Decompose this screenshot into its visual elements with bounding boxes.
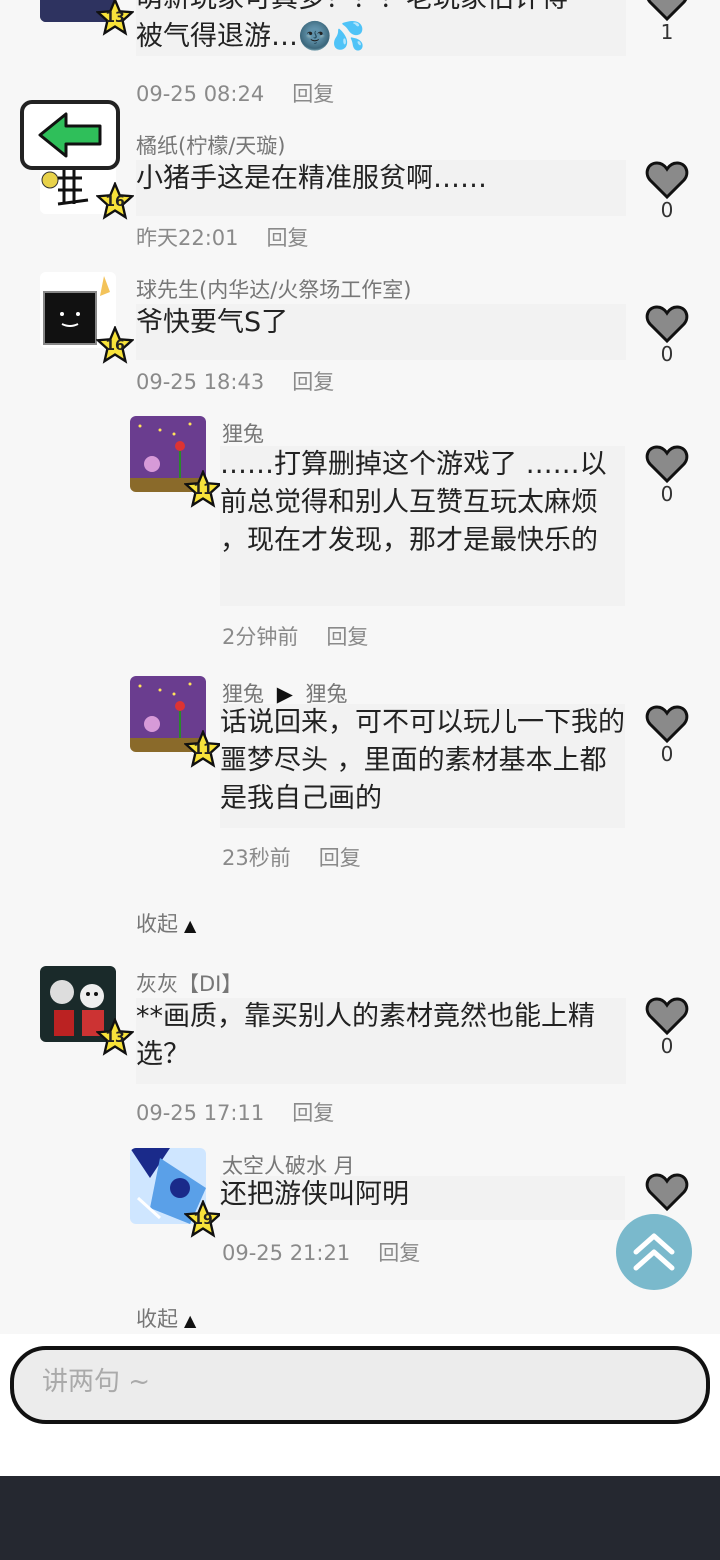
comment-text: 萌新玩家可真多！！！老玩家估计得 被气得退游…🌚💦 <box>136 0 626 56</box>
like-button[interactable] <box>644 1172 690 1212</box>
comment-input-box[interactable] <box>10 1346 710 1424</box>
comment-author[interactable]: 球先生(内华达/火祭场工作室) <box>136 274 411 304</box>
comment-author[interactable]: 橘纸(柠檬/天璇) <box>136 130 285 160</box>
heart-icon <box>645 997 689 1036</box>
like-button[interactable]: 0 <box>644 304 690 366</box>
bottom-bar <box>0 1476 720 1560</box>
collapse-button[interactable]: 收起 ▲ <box>136 908 196 938</box>
reply-meta: 23秒前 回复 <box>222 842 361 872</box>
comment-text-line: 被气得退游…🌚💦 <box>136 21 366 52</box>
comment-text-line: 萌新玩家可真多！！！老玩家估计得 <box>136 0 626 18</box>
reply-arrow-icon: ▶ <box>276 682 293 706</box>
reply-button[interactable]: 回复 <box>326 625 368 649</box>
heart-icon <box>645 705 689 744</box>
like-count: 0 <box>660 198 674 222</box>
reply-button[interactable]: 回复 <box>319 846 361 870</box>
collapse-label: 收起 <box>136 1307 178 1331</box>
level-badge: 16 <box>96 182 134 220</box>
heart-icon <box>646 0 688 22</box>
reply-button[interactable]: 回复 <box>292 82 334 106</box>
scroll-top-icon <box>633 1233 675 1271</box>
like-count: 0 <box>660 1034 674 1058</box>
level-badge: 13 <box>96 0 134 36</box>
like-button[interactable]: 1 <box>644 0 690 44</box>
collapse-label: 收起 <box>136 912 178 936</box>
reply-button[interactable]: 回复 <box>267 226 309 250</box>
like-count: 1 <box>660 20 674 44</box>
reply-button[interactable]: 回复 <box>292 1101 334 1125</box>
comment-time: 09-25 08:24 <box>136 82 265 106</box>
level-badge: 13 <box>96 1018 134 1056</box>
reply-text: 话说回来，可不可以玩儿一下我的噩梦尽头 ，里面的素材基本上都是我自己画的 <box>220 704 625 828</box>
heart-icon <box>645 445 689 484</box>
collapse-button[interactable]: 收起 ▲ <box>136 1303 196 1333</box>
like-count: 0 <box>660 742 674 766</box>
comment-meta: 09-25 18:43 回复 <box>136 366 334 396</box>
like-count: 0 <box>660 482 674 506</box>
comment-input-bar <box>0 1334 720 1476</box>
collapse-triangle-icon: ▲ <box>184 916 197 935</box>
heart-icon <box>645 305 689 344</box>
reply-time: 23秒前 <box>222 846 291 870</box>
back-button[interactable] <box>20 100 120 170</box>
comment-meta: 09-25 08:24 回复 <box>136 78 334 108</box>
reply-time: 2分钟前 <box>222 625 299 649</box>
comment-meta: 昨天22:01 回复 <box>136 222 309 252</box>
level-badge: 11 <box>184 470 222 508</box>
comment-text: 爷快要气S了 <box>136 304 626 360</box>
level-badge: 19 <box>184 1200 222 1238</box>
comment-author[interactable]: 灰灰【DI】 <box>136 968 242 998</box>
comment-text: 小猪手这是在精准服贫啊…… <box>136 160 626 216</box>
comment-time: 昨天22:01 <box>136 226 239 250</box>
collapse-triangle-icon: ▲ <box>184 1311 197 1330</box>
comment-meta: 09-25 17:11 回复 <box>136 1097 334 1127</box>
reply-meta: 09-25 21:21 回复 <box>222 1237 420 1267</box>
back-arrow-icon <box>38 112 102 158</box>
like-button[interactable]: 0 <box>644 444 690 506</box>
like-count: 0 <box>660 342 674 366</box>
heart-icon <box>645 1173 689 1212</box>
reply-text: ……打算删掉这个游戏了 ……以前总觉得和别人互赞互玩太麻烦 ，现在才发现，那才是… <box>220 446 625 606</box>
comment-input[interactable] <box>40 1366 644 1398</box>
level-badge: 16 <box>96 326 134 364</box>
reply-meta: 2分钟前 回复 <box>222 621 368 651</box>
reply-author[interactable]: 狸兔 <box>222 682 264 706</box>
reply-author[interactable]: 狸兔 <box>222 418 264 448</box>
like-button[interactable]: 0 <box>644 996 690 1058</box>
reply-to-author[interactable]: 狸兔 <box>306 682 348 706</box>
comment-time: 09-25 18:43 <box>136 370 265 394</box>
scroll-top-button[interactable] <box>616 1214 692 1290</box>
comment-time: 09-25 17:11 <box>136 1101 265 1125</box>
heart-icon <box>645 161 689 200</box>
like-button[interactable]: 0 <box>644 160 690 222</box>
comment-text: **画质，靠买别人的素材竟然也能上精选？ <box>136 998 626 1084</box>
like-button[interactable]: 0 <box>644 704 690 766</box>
reply-button[interactable]: 回复 <box>378 1241 420 1265</box>
reply-button[interactable]: 回复 <box>292 370 334 394</box>
level-badge: 11 <box>184 730 222 768</box>
reply-text: 还把游侠叫阿明 <box>220 1176 625 1220</box>
reply-time: 09-25 21:21 <box>222 1241 351 1265</box>
